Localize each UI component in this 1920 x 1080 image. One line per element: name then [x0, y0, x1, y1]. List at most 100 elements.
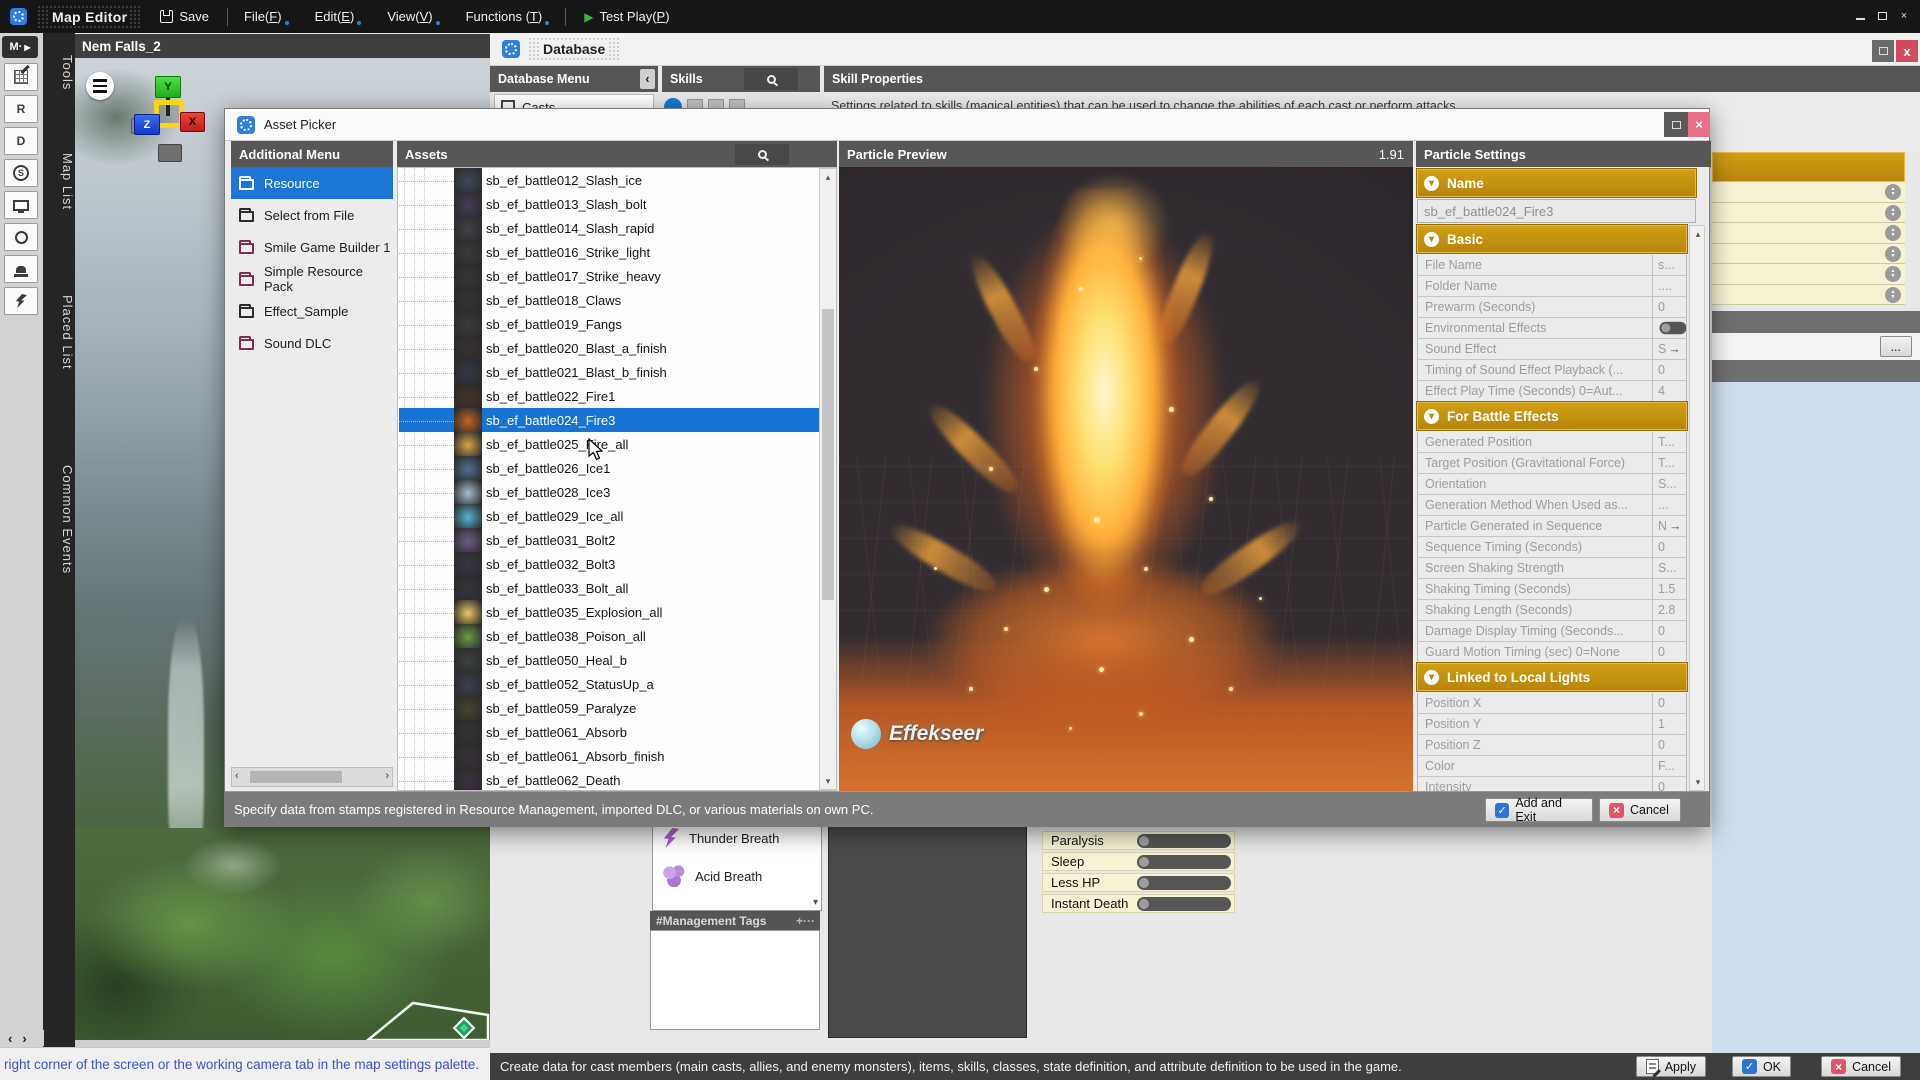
setting-row-environmental-effects[interactable]: Environmental Effects: [1417, 318, 1687, 339]
asset-row[interactable]: sb_ef_battle028_Ice3: [399, 480, 820, 504]
property-row[interactable]: ▲▼: [1712, 203, 1905, 224]
setting-value[interactable]: F...: [1652, 756, 1686, 776]
additional-menu-scrollbar[interactable]: ‹ ›: [231, 767, 393, 787]
setting-value[interactable]: 1.5: [1652, 579, 1686, 599]
property-row[interactable]: ▲▼: [1712, 223, 1905, 244]
setting-row-file-name[interactable]: File Names...: [1417, 255, 1687, 276]
value-spinner-icon[interactable]: ▲▼: [1885, 225, 1901, 241]
stamp-tool-button[interactable]: [4, 255, 38, 283]
menu-view-v[interactable]: View(V): [381, 7, 445, 27]
setting-row-sequence-timing-seconds[interactable]: Sequence Timing (Seconds)0: [1417, 537, 1687, 558]
asset-row[interactable]: sb_ef_battle012_Slash_ice: [399, 168, 820, 192]
asset-row[interactable]: sb_ef_battle038_Poison_all: [399, 624, 820, 648]
setting-row-prewarm-seconds[interactable]: Prewarm (Seconds)0: [1417, 297, 1687, 318]
setting-value[interactable]: 0: [1652, 360, 1686, 380]
axis-gizmo[interactable]: Y Z X: [103, 70, 213, 170]
map-edit-tool-button[interactable]: [4, 63, 38, 91]
sidebar-tab-placed-list[interactable]: Placed List: [43, 295, 75, 370]
setting-row-target-position-gravitational-force[interactable]: Target Position (Gravitational Force)T..…: [1417, 453, 1687, 474]
asset-row[interactable]: sb_ef_battle061_Absorb: [399, 720, 820, 744]
setting-row-sound-effect[interactable]: Sound EffectS→: [1417, 339, 1687, 360]
menu-edit-e[interactable]: Edit(E): [309, 7, 368, 27]
setting-row-timing-of-sound-effect-playback[interactable]: Timing of Sound Effect Playback (...0: [1417, 360, 1687, 381]
setting-value[interactable]: 0: [1652, 297, 1686, 317]
additional-menu-item-effect_sample[interactable]: Effect_Sample: [231, 295, 393, 327]
section-header-linked-to-local-lights[interactable]: ▾Linked to Local Lights: [1417, 663, 1687, 691]
asset-row[interactable]: sb_ef_battle016_Strike_light: [399, 240, 820, 264]
scroll-down-icon[interactable]: ▾: [813, 897, 818, 908]
menu-functions-t[interactable]: Functions (T): [460, 7, 556, 27]
assets-search-button[interactable]: [735, 144, 789, 165]
section-header-for-battle-effects[interactable]: ▾For Battle Effects: [1417, 402, 1687, 430]
system-tool-button[interactable]: S: [4, 159, 38, 187]
setting-value[interactable]: T...: [1652, 453, 1686, 473]
value-spinner-icon[interactable]: ▲▼: [1885, 246, 1901, 262]
asset-row[interactable]: sb_ef_battle026_Ice1: [399, 456, 820, 480]
setting-row-position-x[interactable]: Position X0: [1417, 693, 1687, 714]
database-maximize-button[interactable]: [1872, 40, 1894, 62]
asset-row[interactable]: sb_ef_battle019_Fangs: [399, 312, 820, 336]
skill-item-acid-breath[interactable]: Acid Breath: [653, 857, 821, 895]
sidebar-tab-tools[interactable]: Tools: [43, 55, 75, 90]
asset-list-scrollbar[interactable]: ▴ ▾: [819, 168, 837, 790]
setting-row-orientation[interactable]: OrientationS...: [1417, 474, 1687, 495]
jump-arrow-icon[interactable]: →: [1668, 342, 1681, 356]
value-spinner-icon[interactable]: ▲▼: [1885, 205, 1901, 221]
state-row-paralysis[interactable]: Paralysis: [1042, 831, 1235, 850]
additional-menu-item-smile-game-builder-1[interactable]: Smile Game Builder 1: [231, 231, 393, 263]
setting-value[interactable]: 2.8: [1652, 600, 1686, 620]
asset-row[interactable]: sb_ef_battle020_Blast_a_finish: [399, 336, 820, 360]
properties-section-header[interactable]: [1712, 152, 1905, 182]
additional-menu-item-resource[interactable]: Resource: [231, 167, 393, 199]
toggle-off-icon[interactable]: [1137, 876, 1231, 890]
setting-value[interactable]: N→: [1652, 516, 1686, 536]
property-row[interactable]: ▲▼: [1712, 264, 1905, 285]
asset-row[interactable]: sb_ef_battle032_Bolt3: [399, 552, 820, 576]
setting-value[interactable]: 1: [1652, 714, 1686, 734]
setting-row-generated-position[interactable]: Generated PositionT...: [1417, 432, 1687, 453]
asset-row[interactable]: sb_ef_battle061_Absorb_finish: [399, 744, 820, 768]
save-button[interactable]: Save: [152, 7, 217, 26]
setting-row-screen-shaking-strength[interactable]: Screen Shaking StrengthS...: [1417, 558, 1687, 579]
particle-preview-canvas[interactable]: Effekseer: [839, 167, 1413, 791]
setting-value[interactable]: S→: [1652, 339, 1686, 359]
scrollbar-thumb[interactable]: [250, 771, 342, 783]
setting-value[interactable]: S...: [1652, 558, 1686, 578]
asset-row[interactable]: sb_ef_battle018_Claws: [399, 288, 820, 312]
scroll-left-icon[interactable]: ‹: [235, 770, 239, 782]
asset-row[interactable]: sb_ef_battle050_Heal_b: [399, 648, 820, 672]
asset-row[interactable]: sb_ef_battle062_Death: [399, 768, 820, 791]
cancel-button[interactable]: ×Cancel: [1821, 1056, 1901, 1077]
setting-value[interactable]: ....: [1652, 276, 1686, 296]
setting-value[interactable]: T...: [1652, 432, 1686, 452]
setting-value[interactable]: 0: [1652, 735, 1686, 755]
map-horizontal-scrollbar[interactable]: ‹›: [4, 1030, 44, 1046]
test-play-button[interactable]: ▶ Test Play(P): [576, 7, 677, 26]
asset-row[interactable]: sb_ef_battle014_Slash_rapid: [399, 216, 820, 240]
setting-row-guard-motion-timing-sec-0-none[interactable]: Guard Motion Timing (sec) 0=None0: [1417, 642, 1687, 663]
resource-tool-button[interactable]: R: [4, 95, 38, 123]
gizmo-y-axis[interactable]: Y: [155, 76, 181, 98]
value-spinner-icon[interactable]: ▲▼: [1885, 184, 1901, 200]
event-tool-button[interactable]: [4, 287, 38, 315]
setting-row-position-y[interactable]: Position Y1: [1417, 714, 1687, 735]
gizmo-x-axis[interactable]: X: [180, 112, 205, 132]
inspect-tool-button[interactable]: [4, 223, 38, 251]
setting-value[interactable]: S...: [1652, 474, 1686, 494]
additional-menu-item-sound-dlc[interactable]: Sound DLC: [231, 327, 393, 359]
setting-row-effect-play-time-seconds-0-aut[interactable]: Effect Play Time (Seconds) 0=Aut...4: [1417, 381, 1687, 402]
state-row-instant-death[interactable]: Instant Death: [1042, 894, 1235, 913]
setting-value[interactable]: 0: [1652, 621, 1686, 641]
setting-row-shaking-length-seconds[interactable]: Shaking Length (Seconds)2.8: [1417, 600, 1687, 621]
map-expander-button[interactable]: M·▶: [2, 36, 38, 58]
setting-row-damage-display-timing-seconds[interactable]: Damage Display Timing (Seconds...0: [1417, 621, 1687, 642]
window-close-button[interactable]: ×: [1896, 9, 1912, 23]
scrollbar-thumb[interactable]: [822, 309, 834, 600]
scroll-up-icon[interactable]: ▴: [1690, 226, 1706, 242]
asset-row[interactable]: sb_ef_battle031_Bolt2: [399, 528, 820, 552]
setting-row-generation-method-when-used-as[interactable]: Generation Method When Used as......: [1417, 495, 1687, 516]
asset-row[interactable]: sb_ef_battle021_Blast_b_finish: [399, 360, 820, 384]
window-restore-button[interactable]: [1874, 9, 1890, 23]
setting-row-particle-generated-in-sequence[interactable]: Particle Generated in SequenceN→: [1417, 516, 1687, 537]
name-value-field[interactable]: sb_ef_battle024_Fire3: [1417, 199, 1696, 223]
